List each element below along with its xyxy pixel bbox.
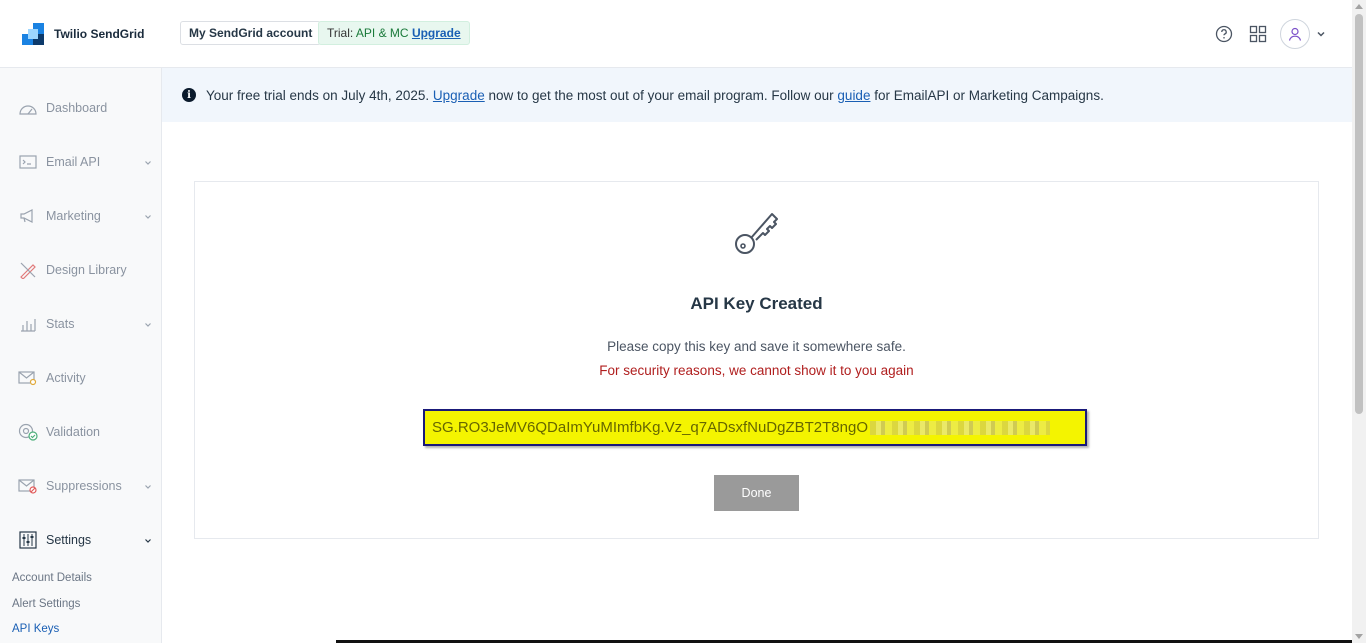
banner-guide-link[interactable]: guide [837,88,870,103]
info-icon: i [182,88,196,102]
sidebar-item-validation[interactable]: Validation [0,412,162,452]
page-scrollbar[interactable] [1352,0,1366,643]
sliders-icon [18,530,38,550]
chevron-down-icon [144,156,152,170]
trial-plan: API & MC [355,26,409,40]
api-key-value: SG.RO3JeMV6QDaImYuMImfbKg.Vz_q7ADsxfNuDg… [432,419,868,436]
apps-grid-icon[interactable] [1246,22,1270,46]
help-icon[interactable] [1212,22,1236,46]
sidebar: Dashboard Email API Marketing Design Lib… [0,68,162,643]
api-key-field[interactable]: SG.RO3JeMV6QDaImYuMImfbKg.Vz_q7ADsxfNuDg… [423,409,1087,446]
key-icon [733,209,783,262]
banner-text-2: now to get the most out of your email pr… [488,87,834,103]
sidebar-item-label: Email API [46,155,101,169]
trial-prefix: Trial: [327,26,354,40]
top-icons [1202,19,1328,49]
chevron-down-icon [144,210,152,224]
scroll-up-arrow-icon[interactable] [1355,4,1363,9]
sidebar-item-label: Dashboard [46,101,108,115]
at-check-icon [18,422,38,442]
chevron-down-icon[interactable] [1314,22,1328,46]
sidebar-item-email-api[interactable]: Email API [0,142,162,182]
sidebar-item-marketing[interactable]: Marketing [0,196,162,236]
sidebar-item-label: Suppressions [46,479,122,493]
terminal-icon [18,152,38,172]
scroll-down-arrow-icon[interactable] [1355,634,1363,639]
banner-text-1: Your free trial ends on July 4th, 2025. [206,87,430,103]
sidebar-item-label: Settings [46,533,92,547]
api-key-created-card: API Key Created Please copy this key and… [194,181,1319,539]
mail-blocked-icon [18,476,38,496]
sidebar-item-design-library[interactable]: Design Library [0,250,162,290]
banner-upgrade-link[interactable]: Upgrade [433,88,485,103]
brand-name: Twilio SendGrid [54,27,145,41]
trial-banner: i Your free trial ends on July 4th, 2025… [162,68,1352,122]
sidebar-item-stats[interactable]: Stats [0,304,162,344]
sidebar-item-dashboard[interactable]: Dashboard [0,88,162,128]
sidebar-item-label: Stats [46,317,75,331]
gauge-icon [18,98,38,118]
sidebar-subitem-account-details[interactable]: Account Details [12,572,92,584]
redacted-key-segment [870,420,1050,435]
megaphone-icon [18,206,38,226]
sidebar-item-label: Marketing [46,209,101,223]
bar-chart-icon [18,314,38,334]
sidebar-subitem-api-keys[interactable]: API Keys [12,623,59,635]
my-account-button[interactable]: My SendGrid account [180,21,322,45]
chevron-down-icon [144,318,152,332]
sidebar-subitem-alert-settings[interactable]: Alert Settings [12,598,80,610]
sidebar-item-label: Activity [46,371,86,385]
sidebar-item-activity[interactable]: Activity [0,358,162,398]
sidebar-item-label: Design Library [46,263,127,277]
top-bar: Twilio SendGrid My SendGrid account Tria… [0,0,1352,68]
sidebar-item-suppressions[interactable]: Suppressions [0,466,162,506]
trial-upgrade-link[interactable]: Upgrade [412,26,461,40]
banner-text-3: for EmailAPI or Marketing Campaigns. [874,87,1104,103]
scroll-thumb[interactable] [1355,14,1363,414]
card-title: API Key Created [690,294,823,313]
card-message: Please copy this key and save it somewhe… [607,339,906,354]
brand-logo[interactable]: Twilio SendGrid [22,23,144,45]
user-avatar-icon[interactable] [1280,19,1310,49]
mail-search-icon [18,368,38,388]
card-warning: For security reasons, we cannot show it … [599,363,914,378]
sidebar-item-settings[interactable]: Settings [0,520,162,560]
sidebar-item-label: Validation [46,425,100,439]
chevron-down-icon [144,534,152,548]
chevron-down-icon [144,480,152,494]
done-button[interactable]: Done [714,475,799,511]
trial-badge: Trial: API & MC Upgrade [318,21,470,45]
sendgrid-logo-icon [22,23,44,45]
design-tools-icon [18,260,38,280]
